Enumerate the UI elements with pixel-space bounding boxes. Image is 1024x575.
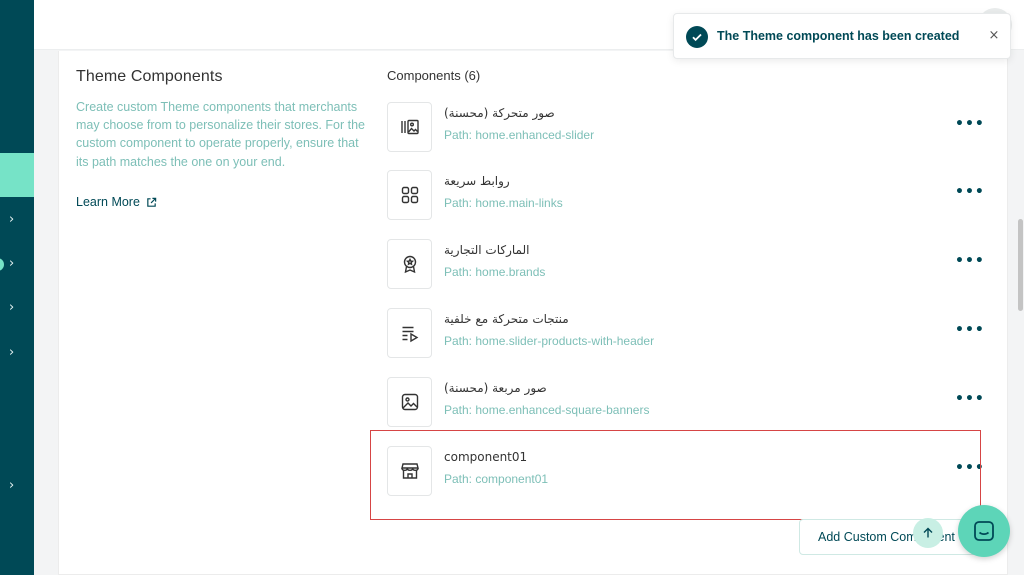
chevron-right-icon[interactable]: ›	[9, 479, 21, 492]
success-toast: The Theme component has been created ×	[673, 13, 1011, 59]
component-path: Path: home.enhanced-square-banners	[444, 403, 650, 417]
award-badge-icon	[403, 255, 416, 274]
grid-icon	[401, 186, 418, 204]
sidebar-active-item[interactable]	[0, 153, 34, 197]
component-name: الماركات التجارية	[444, 243, 530, 257]
sidebar-indicator-dot	[0, 258, 4, 271]
close-icon[interactable]: ×	[988, 29, 1000, 42]
chevron-right-icon[interactable]: ›	[9, 346, 21, 359]
chat-button[interactable]	[958, 505, 1010, 557]
scroll-to-top-button[interactable]	[913, 518, 943, 548]
highlight-box	[370, 430, 981, 520]
slider-images-icon	[400, 119, 419, 135]
page-title: Theme Components	[76, 68, 223, 85]
component-name: منتجات متحركة مع خلفية	[444, 312, 569, 326]
toast-message: The Theme component has been created	[717, 29, 960, 43]
component-path: Path: home.enhanced-slider	[444, 128, 595, 142]
more-options-icon[interactable]: •••	[955, 117, 984, 134]
learn-more-label: Learn More	[76, 195, 140, 209]
playlist-icon	[402, 326, 418, 343]
check-circle-icon	[686, 26, 708, 48]
component-path: Path: home.slider-products-with-header	[444, 334, 655, 348]
chevron-right-icon[interactable]: ›	[9, 257, 21, 270]
scrollbar[interactable]	[1018, 219, 1023, 311]
components-heading: Components (6)	[387, 68, 481, 83]
list-item[interactable]: صور مربعة (محسنة) Path: home.enhanced-sq…	[387, 377, 987, 427]
more-options-icon[interactable]: •••	[955, 254, 984, 271]
component-path: Path: home.brands	[444, 265, 546, 279]
component-name: صور متحركة (محسنة)	[444, 106, 555, 120]
list-item[interactable]: صور متحركة (محسنة) Path: home.enhanced-s…	[387, 102, 987, 152]
image-icon	[401, 393, 418, 411]
more-options-icon[interactable]: •••	[955, 392, 984, 409]
component-name: روابط سريعة	[444, 174, 510, 188]
list-item[interactable]: روابط سريعة Path: home.main-links •••	[387, 170, 987, 220]
external-link-icon	[147, 197, 157, 207]
list-item[interactable]: الماركات التجارية Path: home.brands •••	[387, 239, 987, 289]
left-sidebar: › › › › ›	[0, 0, 34, 575]
chat-icon	[974, 521, 994, 541]
arrow-up-icon	[923, 527, 933, 538]
list-item[interactable]: منتجات متحركة مع خلفية Path: home.slider…	[387, 308, 987, 358]
more-options-icon[interactable]: •••	[955, 323, 984, 340]
add-custom-component-button[interactable]: Add Custom Component	[799, 519, 977, 555]
component-name: صور مربعة (محسنة)	[444, 381, 547, 395]
chevron-right-icon[interactable]: ›	[9, 213, 21, 226]
learn-more-link[interactable]: Learn More	[76, 195, 157, 209]
page-description: Create custom Theme components that merc…	[76, 100, 366, 169]
more-options-icon[interactable]: •••	[955, 185, 984, 202]
component-path: Path: home.main-links	[444, 196, 563, 210]
chevron-right-icon[interactable]: ›	[9, 301, 21, 314]
